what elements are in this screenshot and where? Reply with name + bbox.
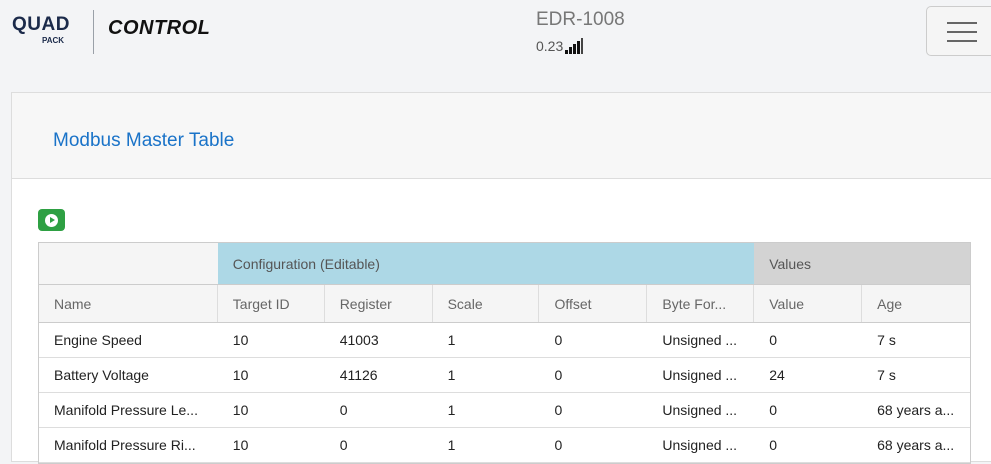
- cell-offset[interactable]: 0: [539, 428, 647, 462]
- page-title: Modbus Master Table: [53, 130, 235, 151]
- column-header-value[interactable]: Value: [754, 285, 863, 322]
- cell-scale[interactable]: 1: [433, 358, 540, 392]
- column-header-byte-format[interactable]: Byte For...: [647, 285, 755, 322]
- cell-byte-format[interactable]: Unsigned ...: [647, 323, 754, 357]
- table-row[interactable]: Manifold Pressure Ri... 10 0 1 0 Unsigne…: [39, 428, 970, 463]
- cell-age: 68 years a...: [877, 402, 955, 418]
- cell-name[interactable]: Engine Speed: [39, 323, 218, 357]
- column-header-age[interactable]: Age: [862, 285, 970, 322]
- cell-value: 24: [769, 367, 785, 383]
- top-bar: QUAD PACK CONTROL EDR-1008 0.23: [0, 0, 991, 78]
- cell-value: 0: [769, 332, 778, 348]
- hamburger-line: [947, 31, 977, 33]
- logo-pack-text: PACK: [42, 36, 65, 45]
- cell-register[interactable]: 41126: [325, 358, 433, 392]
- cell-scale[interactable]: 1: [433, 323, 540, 357]
- cell-register[interactable]: 41003: [325, 323, 433, 357]
- cell-name[interactable]: Battery Voltage: [39, 358, 218, 392]
- cell-scale[interactable]: 1: [433, 428, 540, 462]
- hamburger-line: [947, 40, 977, 42]
- signal-indicator: 0.23: [536, 38, 584, 54]
- cell-byte-format[interactable]: Unsigned ...: [647, 428, 754, 462]
- play-triangle: [50, 217, 55, 223]
- logo-control-text: CONTROL: [108, 17, 211, 39]
- modbus-table: Configuration (Editable) Values Name Tar…: [38, 242, 971, 464]
- hamburger-menu-icon: [947, 22, 977, 24]
- table-group-header: Configuration (Editable) Values: [39, 243, 970, 285]
- cell-offset[interactable]: 0: [539, 393, 647, 427]
- group-header-configuration: Configuration (Editable): [217, 243, 755, 284]
- group-header-values: Values: [754, 243, 970, 284]
- cell-target-id[interactable]: 10: [218, 393, 325, 427]
- cell-age: 7 s: [877, 367, 896, 383]
- cell-offset[interactable]: 0: [539, 358, 647, 392]
- device-name: EDR-1008: [536, 9, 625, 30]
- play-button[interactable]: [38, 209, 65, 231]
- column-header-name[interactable]: Name: [39, 285, 218, 322]
- cell-scale[interactable]: 1: [433, 393, 540, 427]
- signal-strength-icon: [565, 38, 584, 54]
- quadpack-logo: QUAD PACK: [12, 14, 82, 50]
- cell-age: 7 s: [877, 332, 896, 348]
- cell-value: 0: [769, 437, 778, 453]
- cell-byte-format[interactable]: Unsigned ...: [647, 358, 754, 392]
- logo-divider: [93, 10, 94, 54]
- hamburger-menu-button[interactable]: [926, 6, 991, 56]
- cell-target-id[interactable]: 10: [218, 428, 325, 462]
- group-header-blank: [39, 243, 218, 284]
- table-row[interactable]: Manifold Pressure Le... 10 0 1 0 Unsigne…: [39, 393, 970, 428]
- modbus-master-card: Modbus Master Table Configuration (Edita…: [11, 92, 991, 464]
- cell-offset[interactable]: 0: [539, 323, 647, 357]
- column-header-scale[interactable]: Scale: [433, 285, 540, 322]
- column-header-offset[interactable]: Offset: [539, 285, 648, 322]
- table-column-header: Name Target ID Register Scale Offset Byt…: [39, 285, 970, 323]
- cell-byte-format[interactable]: Unsigned ...: [647, 393, 754, 427]
- column-header-target-id[interactable]: Target ID: [218, 285, 325, 322]
- cell-name[interactable]: Manifold Pressure Ri...: [39, 428, 218, 462]
- cell-age: 68 years a...: [877, 437, 955, 453]
- cell-value: 0: [769, 402, 778, 418]
- cell-register[interactable]: 0: [325, 428, 433, 462]
- cell-register[interactable]: 0: [325, 393, 433, 427]
- table-row[interactable]: Battery Voltage 10 41126 1 0 Unsigned ..…: [39, 358, 970, 393]
- signal-value: 0.23: [536, 38, 564, 54]
- cell-target-id[interactable]: 10: [218, 323, 325, 357]
- card-header: Modbus Master Table: [12, 93, 991, 179]
- table-row[interactable]: Engine Speed 10 41003 1 0 Unsigned ... 0…: [39, 323, 970, 358]
- column-header-register[interactable]: Register: [325, 285, 433, 322]
- logo-quad-text: QUAD: [12, 14, 70, 35]
- cell-name[interactable]: Manifold Pressure Le...: [39, 393, 218, 427]
- cell-target-id[interactable]: 10: [218, 358, 325, 392]
